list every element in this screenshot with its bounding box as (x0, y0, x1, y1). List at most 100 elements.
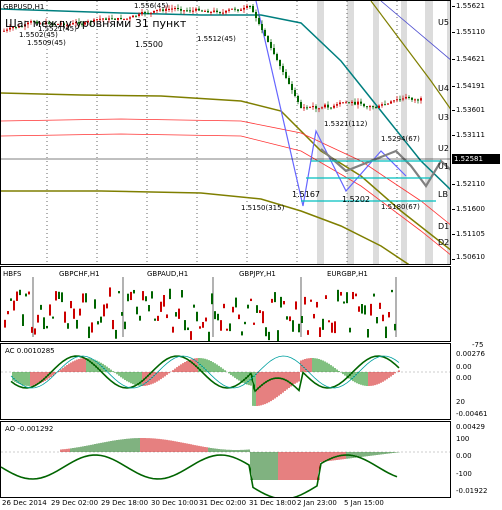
hbfs-bar (244, 321, 246, 325)
candle-body (354, 101, 356, 105)
ao-pane[interactable]: AO -0.001292 (0, 421, 451, 498)
candle-body (189, 10, 191, 12)
hbfs-bar (16, 291, 18, 301)
candle-body (396, 99, 398, 101)
candle-body (156, 9, 158, 11)
chart-window[interactable]: GBPUSD,H1 Шаг между уровнями 31 пункт 1.… (0, 0, 502, 510)
hbfs-bar (220, 320, 222, 331)
candle-body (192, 10, 194, 12)
hbfs-bar (19, 289, 21, 296)
ac-pane[interactable]: AC 0.0010285 (0, 343, 451, 420)
hbfs-bar (313, 313, 315, 319)
ac-side-tick: -75 (472, 341, 484, 349)
hbfs-bar (55, 291, 57, 301)
candle-body (408, 96, 410, 98)
price-axis[interactable]: 1.55621 1.55110 1.54621 1.54191 1.53601 … (452, 0, 502, 265)
hbfs-bar (67, 323, 69, 329)
hbfs-bar (217, 313, 219, 321)
price-label: 1.5167 (292, 190, 320, 199)
hbfs-bar (385, 326, 387, 339)
time-tick: 31 Dec 02:00 (199, 499, 247, 507)
candle-body (390, 101, 392, 104)
candle-body (219, 12, 221, 14)
session-band (425, 1, 433, 264)
hbfs-bar (232, 306, 234, 313)
candle-body (174, 8, 176, 10)
hbfs-bar (121, 312, 123, 316)
ac-label: AC 0.0010285 (5, 347, 55, 355)
price-tick: 1.52110 (456, 180, 485, 188)
zigzag-line (255, 1, 407, 207)
hbfs-bar (247, 304, 249, 309)
hbfs-bar (100, 316, 102, 323)
candle-body (144, 12, 146, 14)
hbfs-bar (271, 298, 273, 303)
candle-body (417, 99, 419, 101)
hbfs-bar (10, 298, 12, 301)
hbfs-bar (259, 310, 261, 314)
hbfs-label: HBFS (3, 270, 22, 278)
pair-label: GBPAUD,H1 (147, 270, 189, 278)
candle-body (402, 98, 404, 100)
hbfs-bar (367, 329, 369, 338)
hbfs-bar (97, 321, 99, 325)
hbfs-bar (181, 290, 183, 298)
time-tick: 29 Dec 02:00 (51, 499, 99, 507)
candle-body (201, 10, 203, 12)
candle-body (261, 24, 263, 30)
hbfs-bar (106, 303, 108, 309)
candle-body (258, 18, 260, 24)
time-tick: 29 Dec 18:00 (101, 499, 149, 507)
hbfs-bar (109, 287, 111, 297)
candle-body (177, 8, 179, 10)
hbfs-bar (52, 316, 54, 319)
ao-line (1, 454, 398, 497)
hbfs-bar (391, 289, 393, 293)
hbfs-bar (160, 301, 162, 312)
hbfs-bar (79, 308, 81, 316)
candle-body (294, 90, 296, 96)
candle-body (360, 101, 362, 104)
hbfs-bar (157, 315, 159, 321)
hbfs-bar (112, 319, 114, 330)
candle-body (411, 97, 413, 100)
price-pane[interactable]: GBPUSD,H1 Шаг между уровнями 31 пункт 1.… (0, 0, 451, 265)
candle-body (312, 106, 314, 108)
candle-body (252, 6, 254, 12)
price-tick: 1.55621 (456, 2, 485, 10)
hbfs-bar (142, 291, 144, 301)
candle-body (393, 100, 395, 102)
hbfs-bar (241, 331, 243, 336)
hbfs-bar (376, 317, 378, 324)
candle-body (285, 72, 287, 78)
hbfs-bar (289, 316, 291, 322)
candle-body (210, 11, 212, 13)
candle-body (195, 8, 197, 11)
hbfs-bar (40, 304, 42, 310)
hbfs-chart-svg (4, 277, 397, 341)
candle-body (357, 101, 359, 105)
candle-body (309, 106, 311, 108)
candle-body (180, 8, 182, 11)
hbfs-bar (364, 305, 366, 315)
candle-body (384, 104, 386, 106)
hbfs-pane[interactable]: HBFS GBPCHF,H1 GBPAUD,H1 GBPJPY,H1 EURGB… (0, 266, 451, 342)
candle-body (324, 104, 326, 108)
candle-body (198, 8, 200, 11)
ao-axis: 0.00429 100 0.00 -100 -0.01922 (452, 421, 502, 498)
hbfs-bar (361, 304, 363, 314)
hbfs-bar (265, 327, 267, 337)
hbfs-bar (190, 331, 192, 340)
hbfs-bar (94, 299, 96, 309)
level-tag-u3: U3 (438, 113, 449, 122)
hbfs-bar (202, 321, 204, 328)
level-tag-d2: D2 (438, 238, 450, 247)
candle-body (216, 10, 218, 13)
hbfs-bar (46, 325, 48, 329)
candle-body (153, 10, 155, 13)
price-tick: 1.53601 (456, 106, 485, 114)
hbfs-bar (205, 317, 207, 322)
hbfs-bar (61, 292, 63, 303)
candle-body (207, 10, 209, 13)
candle-body (369, 106, 371, 108)
